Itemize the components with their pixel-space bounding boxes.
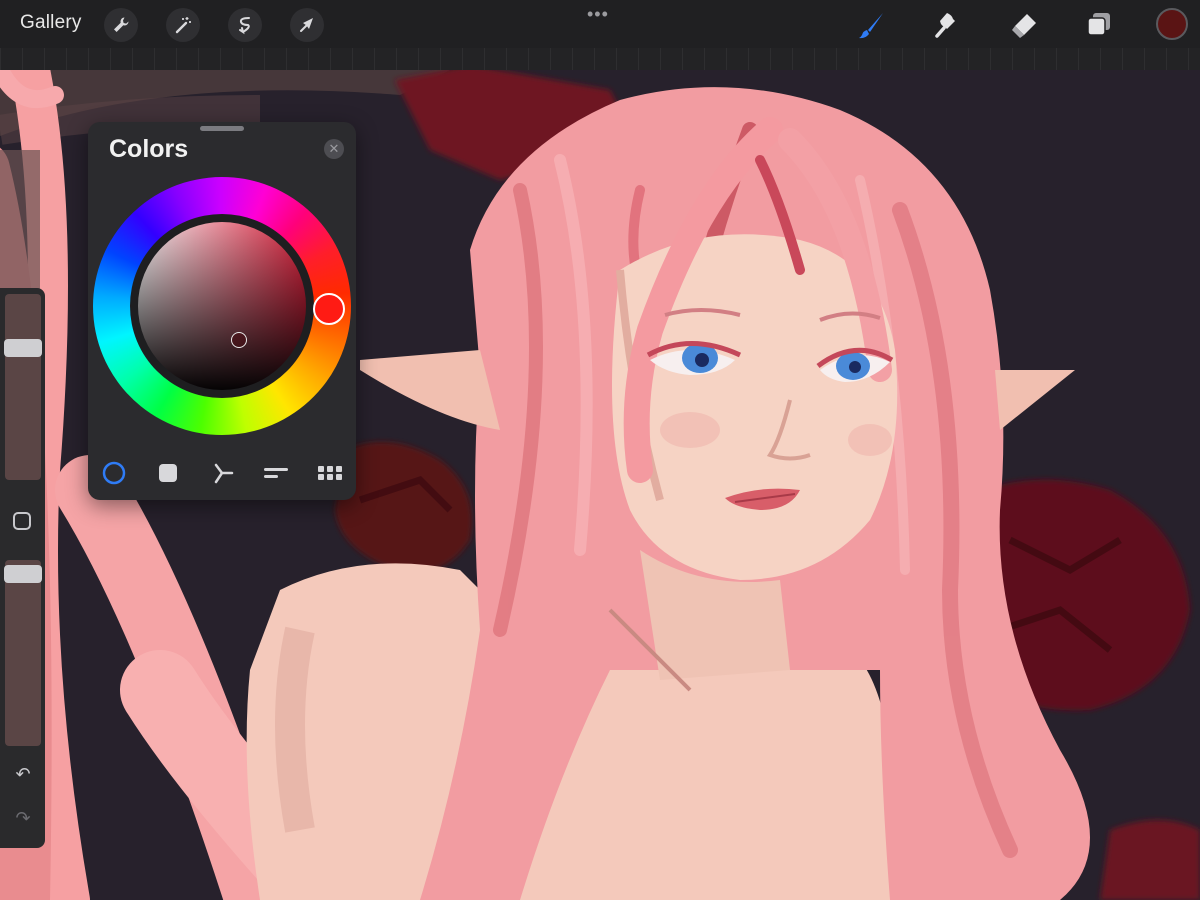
palettes-mode-button[interactable] bbox=[317, 460, 343, 486]
selection-button[interactable] bbox=[228, 8, 262, 42]
disc-mode-icon bbox=[102, 461, 126, 485]
left-sidebar: ↶ ↷ bbox=[0, 288, 45, 848]
wrench-icon bbox=[114, 17, 129, 32]
palettes-mode-icon bbox=[318, 466, 342, 480]
value-mode-button[interactable] bbox=[263, 460, 289, 486]
magic-wand-icon bbox=[175, 17, 191, 34]
selection-icon bbox=[239, 17, 250, 35]
value-mode-icon bbox=[264, 468, 288, 478]
smudge-icon bbox=[935, 13, 955, 38]
saturation-brightness-disc[interactable] bbox=[138, 222, 306, 390]
colors-panel: Colors ✕ bbox=[80, 122, 364, 500]
transform-button[interactable] bbox=[290, 8, 324, 42]
actions-button[interactable] bbox=[104, 8, 138, 42]
redo-button[interactable]: ↷ bbox=[12, 808, 34, 828]
color-swatch-button[interactable] bbox=[1156, 8, 1188, 40]
opacity-slider[interactable] bbox=[4, 560, 42, 746]
brush-tool-button[interactable] bbox=[855, 8, 889, 42]
close-icon[interactable]: ✕ bbox=[324, 139, 344, 159]
adjustments-button[interactable] bbox=[166, 8, 200, 42]
brush-icon bbox=[859, 13, 883, 39]
color-picker-knob[interactable] bbox=[231, 332, 247, 348]
disc-mode-button[interactable] bbox=[101, 460, 127, 486]
opacity-handle[interactable] bbox=[4, 565, 42, 583]
modify-button[interactable] bbox=[13, 512, 31, 530]
top-toolbar: Gallery ••• bbox=[0, 0, 1200, 48]
transform-arrow-icon bbox=[300, 18, 313, 32]
classic-mode-icon bbox=[159, 464, 177, 482]
brush-size-handle[interactable] bbox=[4, 339, 42, 357]
canvas-top-strip bbox=[0, 48, 1200, 70]
eraser-tool-button[interactable] bbox=[1006, 8, 1040, 42]
layers-icon bbox=[1087, 13, 1110, 36]
colors-panel-title: Colors bbox=[109, 135, 189, 163]
gallery-button[interactable]: Gallery bbox=[20, 12, 82, 34]
eraser-icon bbox=[1012, 14, 1036, 38]
brush-size-slider[interactable] bbox=[4, 294, 42, 480]
smudge-tool-button[interactable] bbox=[928, 8, 962, 42]
undo-button[interactable]: ↶ bbox=[12, 764, 34, 784]
layers-button[interactable] bbox=[1082, 8, 1116, 42]
panel-grab-handle[interactable] bbox=[200, 126, 244, 131]
hue-knob[interactable] bbox=[313, 293, 345, 325]
classic-mode-button[interactable] bbox=[155, 460, 181, 486]
more-options-handle[interactable]: ••• bbox=[587, 4, 609, 25]
harmony-mode-button[interactable] bbox=[209, 460, 235, 486]
harmony-mode-icon bbox=[214, 463, 234, 484]
